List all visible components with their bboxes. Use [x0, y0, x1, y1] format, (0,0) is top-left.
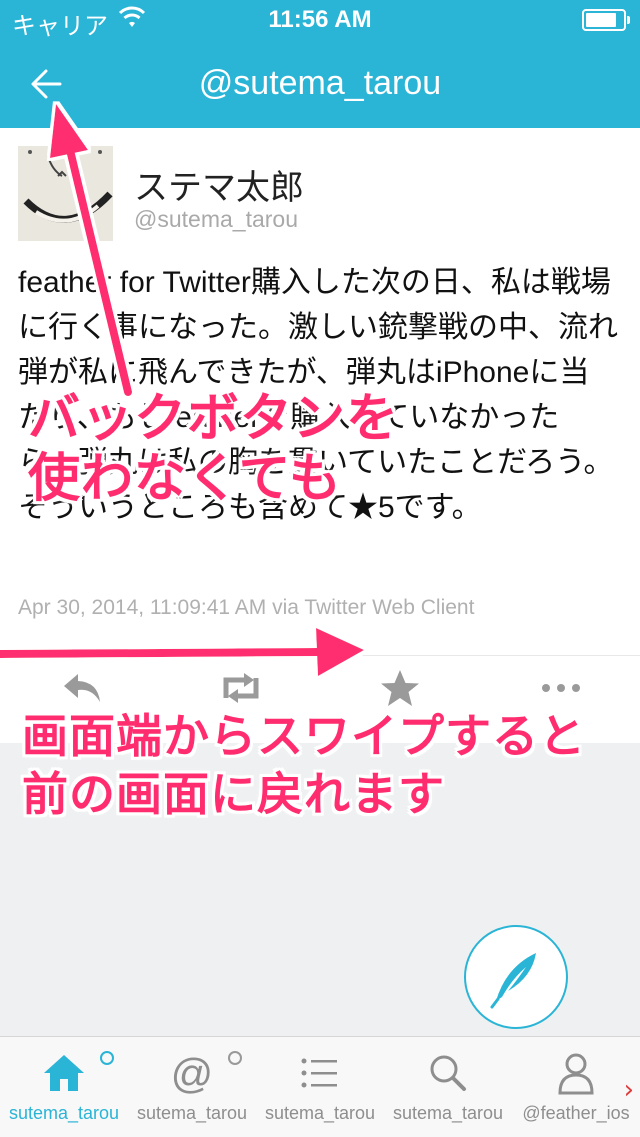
unread-dot [100, 1051, 114, 1065]
home-icon [44, 1055, 84, 1091]
tab-label: sutema_tarou [264, 1103, 376, 1123]
status-bar: キャリア 11:56 AM [0, 0, 640, 40]
tab-home[interactable]: sutema_tarou [0, 1037, 128, 1137]
compose-button[interactable] [464, 925, 568, 1029]
tab-lists[interactable]: sutema_tarou [256, 1037, 384, 1137]
tab-bar: sutema_tarou @ sutema_tarou sutema_tarou… [0, 1036, 640, 1137]
annotation-caption: 画面端からスワイプすると [22, 709, 586, 763]
battery-fill [586, 13, 616, 27]
tab-mentions[interactable]: @ sutema_tarou [128, 1037, 256, 1137]
tab-label: sutema_tarou [392, 1103, 504, 1123]
search-icon [430, 1055, 466, 1091]
svg-text:@: @ [171, 1051, 214, 1095]
avatar[interactable] [18, 146, 113, 241]
divider [0, 655, 640, 656]
author-handle: @sutema_tarou [134, 206, 298, 232]
unread-dot [228, 1051, 242, 1065]
author-name: ステマ太郎 [134, 168, 304, 208]
annotation-caption: 前の画面に戻れます [22, 767, 445, 821]
profile-icon [558, 1053, 594, 1095]
page-title: @sutema_tarou [198, 64, 442, 102]
feather-quill-icon [490, 953, 536, 1009]
list-icon [301, 1058, 337, 1088]
mention-icon: @ [171, 1050, 214, 1097]
tab-label: @feather_ios [522, 1103, 630, 1123]
annotation-caption: 使わなくても [28, 449, 342, 509]
battery-icon [582, 9, 630, 31]
tab-search[interactable]: sutema_tarou [384, 1037, 512, 1137]
chevron-right-icon[interactable]: › [624, 1075, 634, 1105]
navigation-bar: @sutema_tarou [0, 40, 640, 128]
status-time: 11:56 AM [268, 6, 372, 33]
tab-label: sutema_tarou [8, 1103, 120, 1123]
tab-profile[interactable]: @feather_ios [512, 1037, 640, 1137]
tab-label: sutema_tarou [136, 1103, 248, 1123]
tweet-meta: Apr 30, 2014, 11:09:41 AM via Twitter We… [18, 596, 475, 619]
